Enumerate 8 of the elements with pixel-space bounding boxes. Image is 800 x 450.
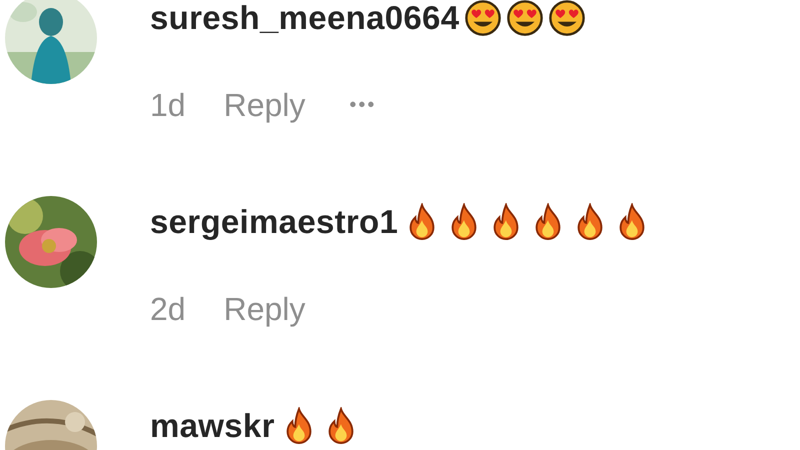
heart-eyes-icon: [506, 0, 544, 37]
username[interactable]: sergeimaestro1: [150, 203, 398, 241]
timestamp: 2d: [150, 290, 186, 328]
username[interactable]: mawskr: [150, 407, 275, 445]
heart-eyes-icon: [548, 0, 586, 37]
timestamp: 1d: [150, 86, 186, 124]
username[interactable]: suresh_meena0664: [150, 0, 460, 37]
heart-eyes-icon: [464, 0, 502, 37]
